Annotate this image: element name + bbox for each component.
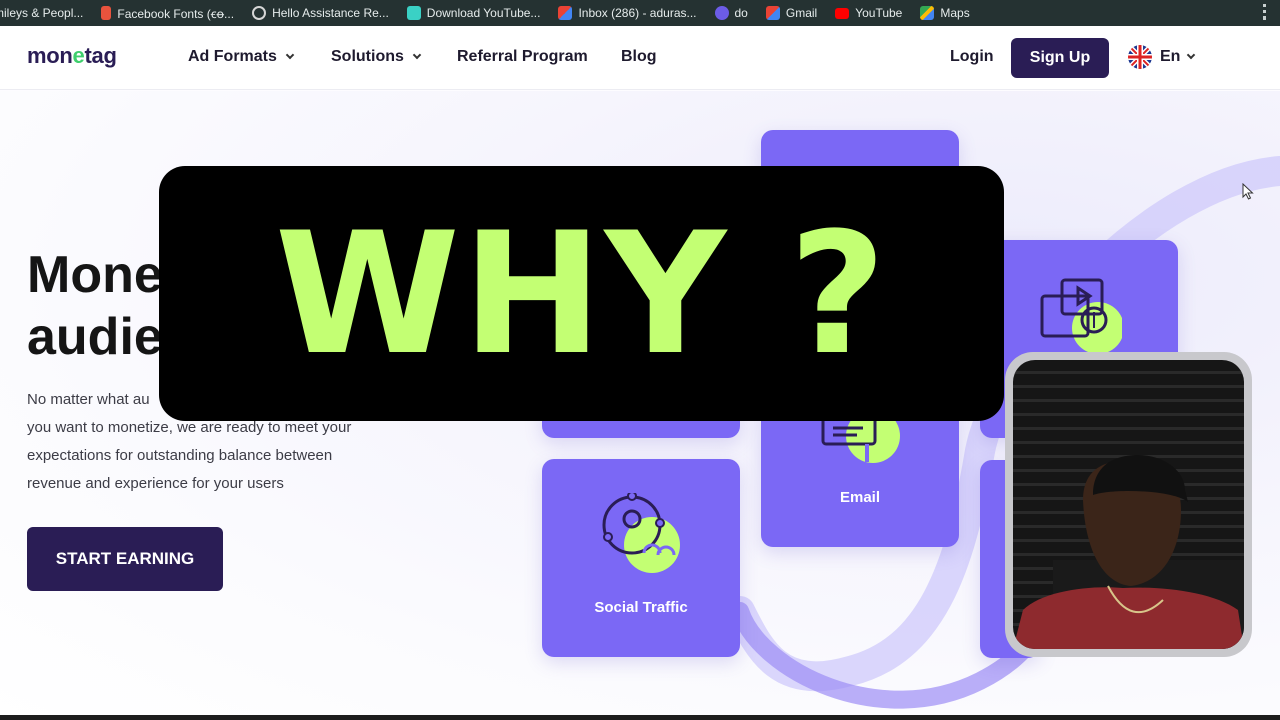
logo-text: e (72, 43, 85, 68)
bookmark-item[interactable]: Facebook Fonts (ꞓꝋ... (101, 5, 234, 22)
social-traffic-card[interactable]: Social Traffic (542, 459, 740, 657)
site-header: monetag Ad Formats Solutions Referral Pr… (0, 26, 1280, 90)
bookmark-item[interactable]: do (714, 6, 748, 20)
bookmark-label: mileys & Peopl... (0, 6, 84, 20)
why-overlay-text: WHY ? (274, 195, 889, 392)
hero-title: Mone audie (27, 244, 163, 368)
start-earning-button[interactable]: START EARNING (27, 527, 223, 591)
maps-icon (920, 6, 935, 20)
webcam-overlay (1005, 352, 1252, 657)
hero-description-line: expectations for outstanding balance bet… (27, 447, 333, 464)
social-traffic-icon (602, 493, 680, 573)
window-bottom-border (0, 715, 1280, 720)
video-monetization-icon (1040, 278, 1122, 354)
nav-referral-program[interactable]: Referral Program (457, 48, 588, 66)
nav-label: Ad Formats (188, 48, 277, 65)
bookmark-item[interactable]: Hello Assistance Re... (252, 6, 389, 20)
bookmark-item[interactable]: mileys & Peopl... (0, 6, 83, 20)
login-link[interactable]: Login (950, 48, 994, 66)
hero-title-line: audie (27, 308, 163, 366)
bookmark-label: YouTube (855, 6, 903, 20)
presenter-silhouette (1013, 455, 1244, 649)
why-overlay-banner: WHY ? (159, 166, 1004, 421)
hero-description-line: revenue and experience for your users (27, 475, 284, 492)
nav-label: Solutions (331, 48, 404, 65)
language-selector[interactable]: En (1128, 45, 1196, 69)
gmail-icon (558, 6, 573, 20)
language-label: En (1160, 48, 1181, 65)
mouse-cursor-icon (1242, 183, 1254, 200)
email-card-label: Email (839, 489, 881, 506)
bookmark-item[interactable]: Download YouTube... (406, 6, 541, 20)
bookmark-label: Gmail (785, 6, 818, 20)
nav-label: Blog (621, 48, 657, 65)
nav-solutions[interactable]: Solutions (331, 48, 422, 66)
bookmark-item[interactable]: Gmail (765, 6, 818, 20)
bookmark-label: Download YouTube... (426, 6, 541, 20)
font-icon (101, 6, 112, 20)
bookmark-label: Maps (940, 6, 970, 20)
bookmark-item[interactable]: Maps (920, 6, 970, 20)
nav-label: Referral Program (457, 48, 588, 65)
bookmark-label: Inbox (286) - aduras... (578, 6, 697, 20)
bookmarks-bar: mileys & Peopl... Facebook Fonts (ꞓꝋ... … (0, 0, 1280, 26)
webcam-feed (1013, 360, 1244, 649)
youtube-icon (835, 7, 850, 19)
sign-up-button[interactable]: Sign Up (1011, 38, 1109, 78)
monetag-logo[interactable]: monetag (27, 43, 117, 69)
bookmark-item[interactable]: Inbox (286) - aduras... (558, 6, 697, 20)
download-icon (406, 6, 421, 20)
canva-icon (714, 6, 729, 20)
bookmark-item[interactable]: YouTube (835, 6, 902, 20)
more-bookmarks-icon[interactable] (1263, 4, 1266, 20)
bookmark-label: Facebook Fonts (ꞓꝋ... (117, 6, 235, 21)
logo-text: tag (84, 43, 117, 68)
hero-title-line: Mone (27, 246, 163, 304)
logo-text: mon (27, 43, 73, 68)
openai-icon (252, 6, 267, 20)
bookmark-label: Hello Assistance Re... (272, 6, 389, 20)
chevron-down-icon (285, 50, 295, 60)
bookmark-label: do (734, 6, 748, 20)
gmail-icon (765, 6, 780, 20)
uk-flag-icon (1128, 45, 1152, 69)
chevron-down-icon (412, 50, 422, 60)
nav-blog[interactable]: Blog (621, 48, 657, 66)
chevron-down-icon (1187, 50, 1196, 60)
social-traffic-card-label: Social Traffic (594, 599, 688, 616)
nav-ad-formats[interactable]: Ad Formats (188, 48, 295, 66)
